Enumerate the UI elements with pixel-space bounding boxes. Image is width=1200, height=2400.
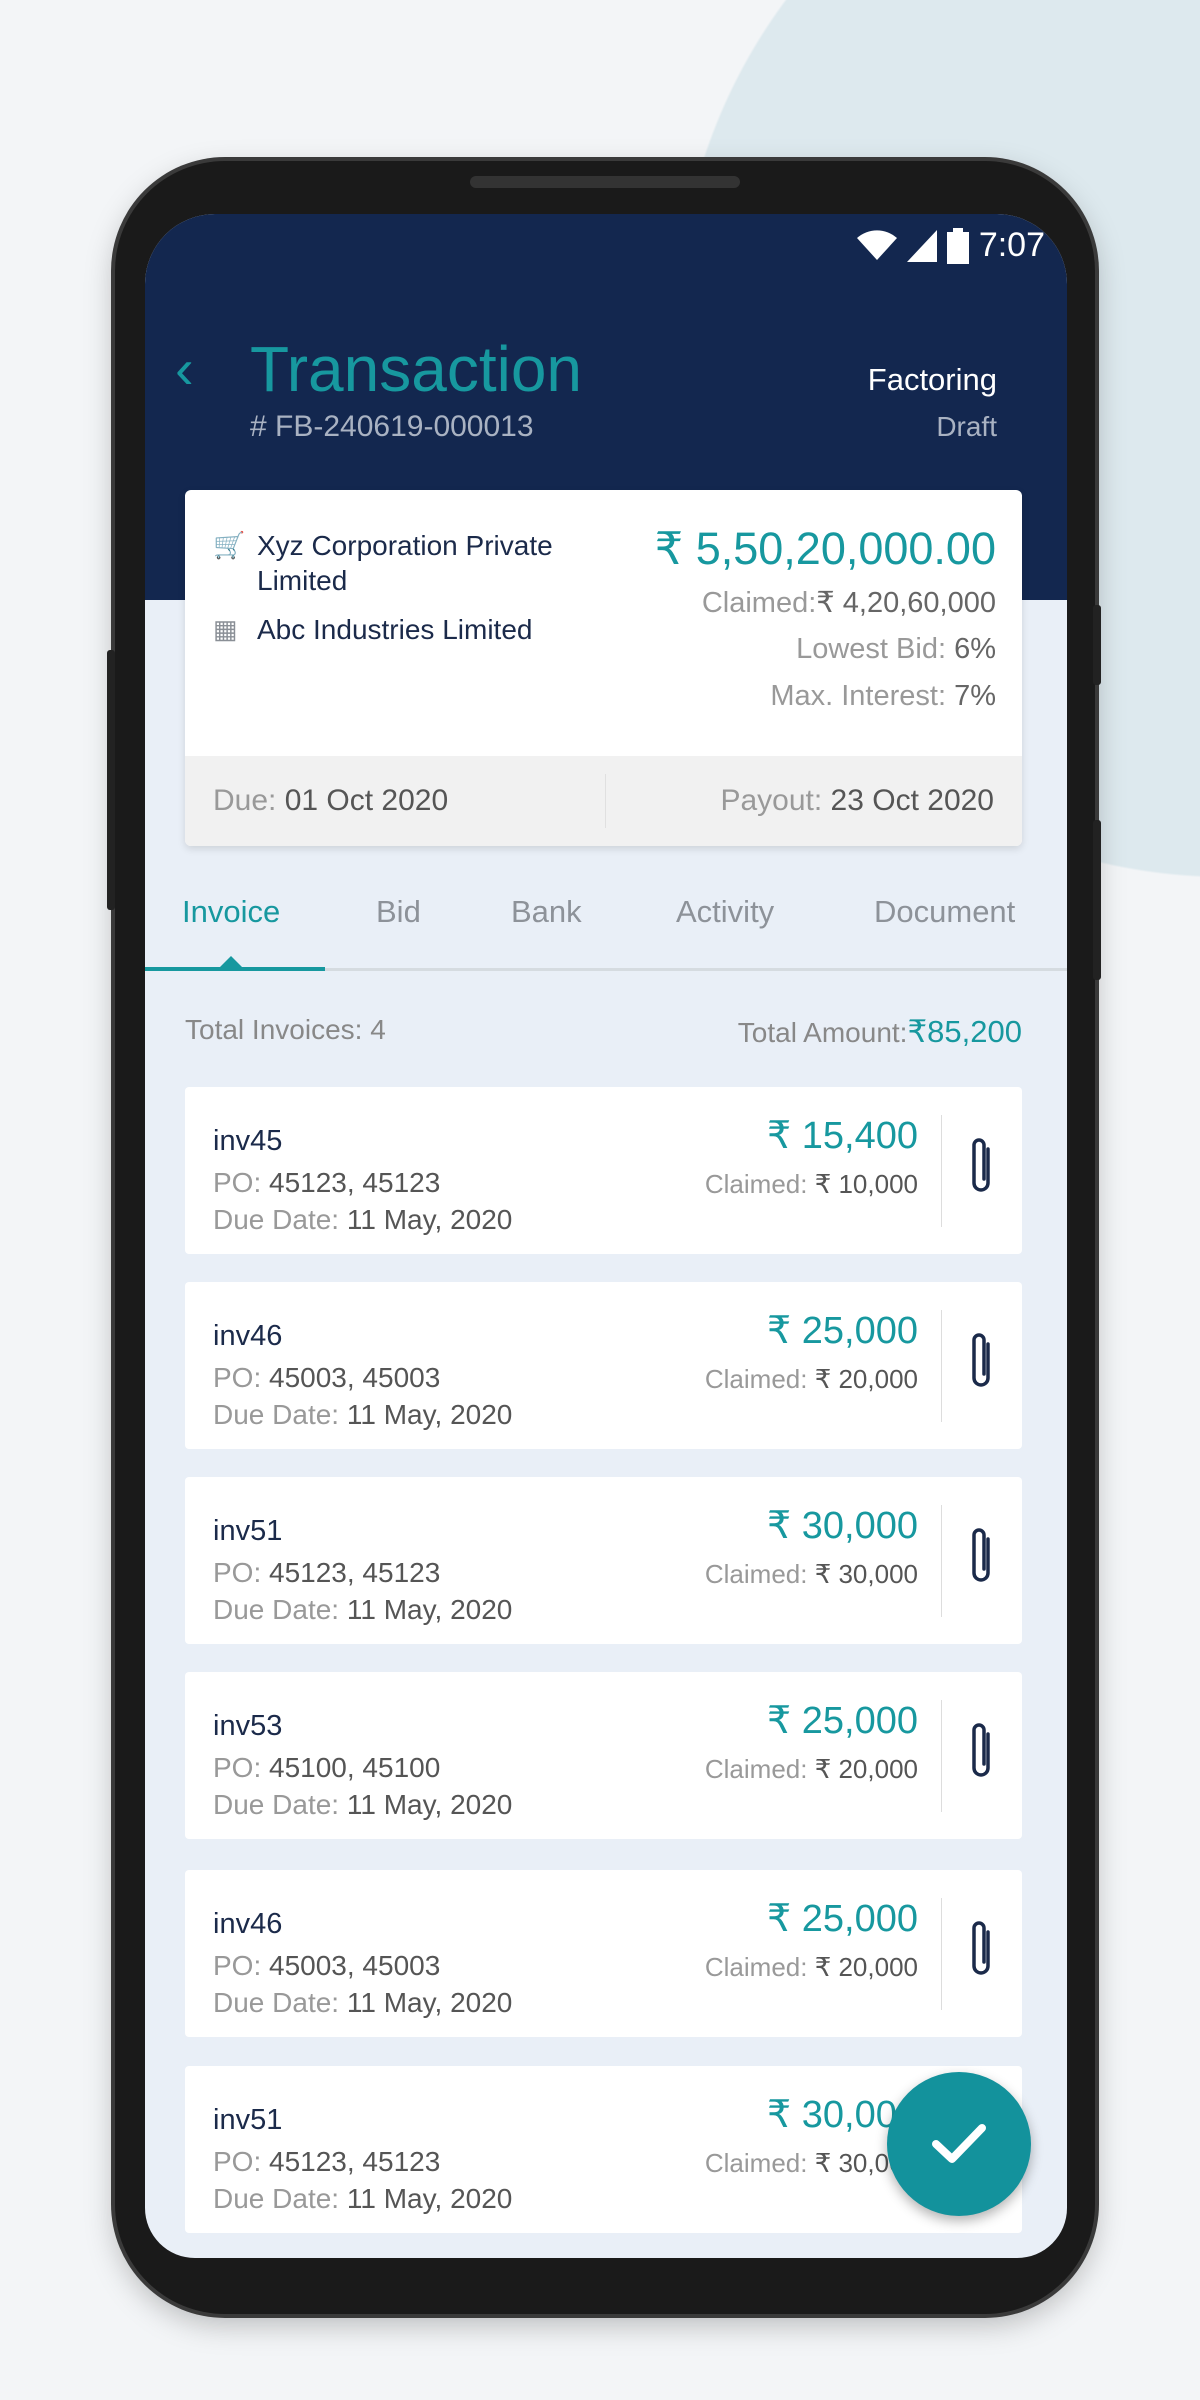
signal-icon [906, 229, 937, 262]
invoice-amount: ₹ 25,000 [767, 1310, 918, 1352]
invoice-name: inv46 [213, 1908, 283, 1940]
phone-button [1093, 820, 1101, 980]
invoice-amount: ₹ 25,000 [767, 1898, 918, 1940]
invoice-claimed: Claimed: ₹ 20,000 [704, 1754, 918, 1784]
totals-row: Total Invoices: 4 Total Amount:₹85,200 [185, 1014, 1022, 1050]
invoice-due-date: Due Date: 11 May, 2020 [213, 1987, 513, 2018]
transaction-type: Factoring [867, 362, 997, 397]
phone-button [107, 650, 115, 910]
invoice-card[interactable]: inv46 PO: 45003, 45003 Due Date: 11 May,… [185, 1282, 1022, 1449]
invoice-claimed: Claimed: ₹ 20,000 [704, 1364, 918, 1394]
status-badge: Draft [936, 411, 997, 442]
confirm-button[interactable] [887, 2072, 1031, 2216]
invoice-po: PO: 45100, 45100 [213, 1752, 441, 1783]
lowest-bid: Lowest Bid: 6% [796, 633, 996, 665]
tab-bid[interactable]: Bid [376, 894, 421, 930]
phone-speaker [470, 176, 740, 188]
invoice-due-date: Due Date: 11 May, 2020 [213, 2183, 513, 2214]
invoice-card[interactable]: inv53 PO: 45100, 45100 Due Date: 11 May,… [185, 1672, 1022, 1839]
invoice-claimed: Claimed: ₹ 30,000 [704, 2148, 918, 2178]
paperclip-icon[interactable] [964, 1330, 1000, 1394]
divider [941, 1310, 942, 1422]
transaction-id: # FB-240619-000013 [250, 410, 534, 443]
invoice-due-date: Due Date: 11 May, 2020 [213, 1594, 513, 1625]
basket-icon: 🛒 [213, 530, 246, 560]
invoice-claimed: Claimed: ₹ 10,000 [704, 1169, 918, 1199]
invoice-due-date: Due Date: 11 May, 2020 [213, 1789, 513, 1820]
invoice-amount: ₹ 30,000 [767, 1505, 918, 1547]
invoice-due-date: Due Date: 11 May, 2020 [213, 1204, 513, 1235]
status-time: 7:07 [978, 226, 1045, 264]
invoice-card[interactable]: inv51 PO: 45123, 45123 Due Date: 11 May,… [185, 1477, 1022, 1644]
tab-bar: Invoice Bid Bank Activity Document [145, 894, 1067, 944]
divider [941, 1898, 942, 2010]
wifi-icon [856, 229, 897, 260]
paperclip-icon[interactable] [964, 1918, 1000, 1982]
invoice-po: PO: 45003, 45003 [213, 1362, 441, 1393]
invoice-name: inv46 [213, 1320, 283, 1352]
divider [941, 1700, 942, 1812]
invoice-name: inv45 [213, 1125, 283, 1157]
total-amount: ₹ 5,50,20,000.00 [654, 523, 996, 574]
buyer: 🛒 Xyz Corporation Private Limited [213, 528, 593, 598]
checkmark-icon [932, 2124, 986, 2163]
payout-date: Payout: 23 Oct 2020 [720, 784, 994, 817]
tab-indicator-arrow [220, 956, 242, 967]
tab-document[interactable]: Document [874, 894, 1015, 930]
invoice-due-date: Due Date: 11 May, 2020 [213, 1399, 513, 1430]
paperclip-icon[interactable] [964, 1135, 1000, 1199]
claimed: Claimed:₹ 4,20,60,000 [701, 587, 996, 619]
max-interest: Max. Interest: 7% [770, 680, 996, 712]
total-amount-summary: Total Amount:₹85,200 [737, 1014, 1022, 1049]
invoice-name: inv53 [213, 1710, 283, 1742]
invoice-name: inv51 [213, 1515, 283, 1547]
page-title: Transaction [250, 333, 582, 405]
invoice-card[interactable]: inv46 PO: 45003, 45003 Due Date: 11 May,… [185, 1870, 1022, 2037]
status-bar: 7:07 [856, 226, 1045, 265]
seller-name: Abc Industries Limited [257, 614, 533, 645]
invoice-po: PO: 45123, 45123 [213, 1557, 441, 1588]
summary-card: 🛒 Xyz Corporation Private Limited ▦ Abc … [185, 490, 1022, 846]
battery-icon [946, 227, 969, 264]
paperclip-icon[interactable] [964, 1525, 1000, 1589]
tab-bank[interactable]: Bank [511, 894, 582, 930]
tab-activity[interactable]: Activity [676, 894, 774, 930]
phone-button [1093, 605, 1101, 685]
invoice-amount: ₹ 25,000 [767, 1700, 918, 1742]
due-date: Due: 01 Oct 2020 [213, 784, 449, 817]
invoice-po: PO: 45123, 45123 [213, 1167, 441, 1198]
chevron-left-icon[interactable]: ‹ [175, 336, 194, 401]
app-screen: 7:07 ‹ Transaction # FB-240619-000013 Fa… [145, 214, 1067, 2258]
tab-indicator [145, 967, 325, 971]
buyer-name: Xyz Corporation Private Limited [257, 530, 553, 596]
invoice-card[interactable]: inv45 PO: 45123, 45123 Due Date: 11 May,… [185, 1087, 1022, 1254]
invoice-claimed: Claimed: ₹ 20,000 [704, 1952, 918, 1982]
invoice-po: PO: 45123, 45123 [213, 2146, 441, 2177]
cash-register-icon: ▦ [213, 614, 238, 644]
card-footer: Due: 01 Oct 2020 Payout: 23 Oct 2020 [185, 756, 1022, 846]
total-invoices: Total Invoices: 4 [185, 1014, 386, 1045]
tab-invoice[interactable]: Invoice [182, 894, 280, 930]
divider [605, 774, 606, 828]
invoice-amount: ₹ 15,400 [767, 1115, 918, 1157]
paperclip-icon[interactable] [964, 1720, 1000, 1784]
divider [941, 1115, 942, 1227]
invoice-po: PO: 45003, 45003 [213, 1950, 441, 1981]
divider [941, 1505, 942, 1617]
invoice-claimed: Claimed: ₹ 30,000 [704, 1559, 918, 1589]
invoice-name: inv51 [213, 2104, 283, 2136]
seller: ▦ Abc Industries Limited [213, 612, 532, 647]
